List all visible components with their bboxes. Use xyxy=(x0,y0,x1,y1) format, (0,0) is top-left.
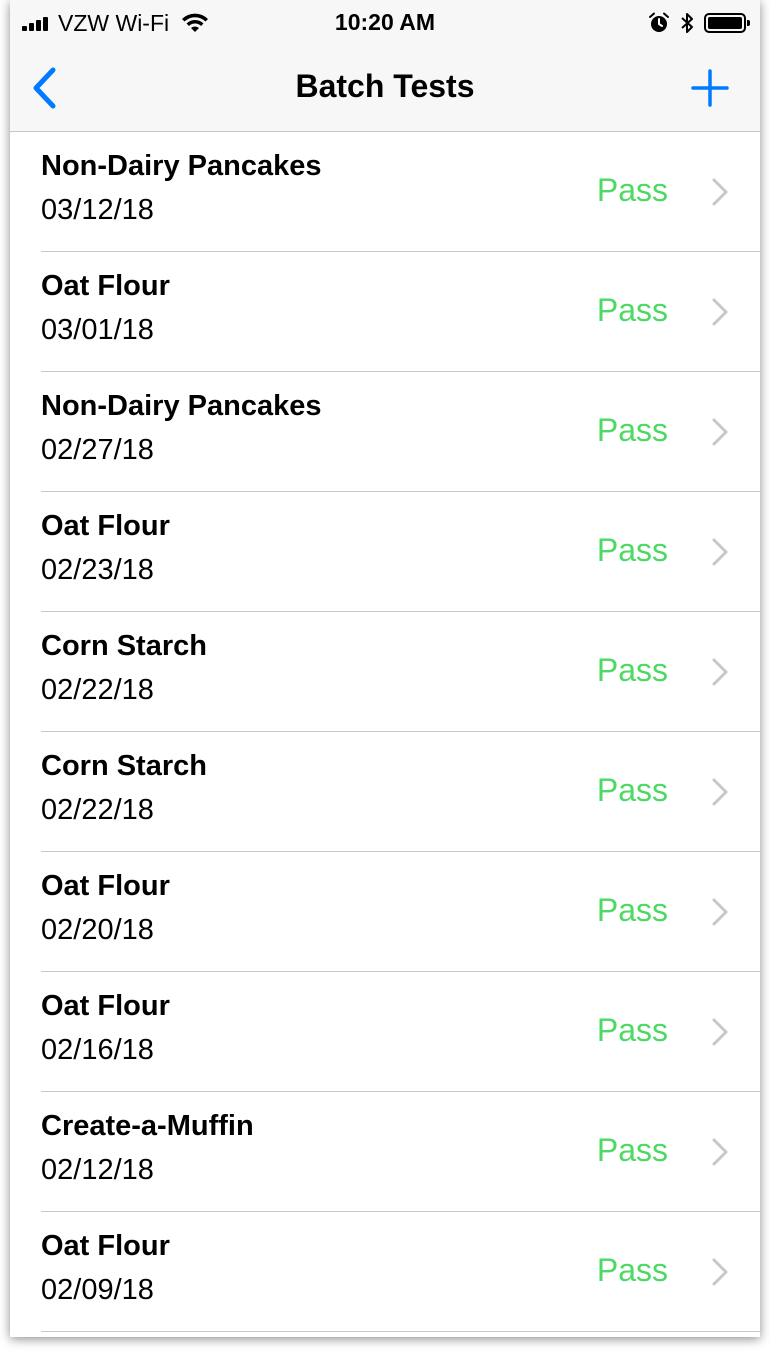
test-name: Oat Flour xyxy=(41,510,170,542)
chevron-right-icon xyxy=(712,1138,728,1166)
test-date: 03/01/18 xyxy=(41,314,154,346)
app-screen: VZW Wi-Fi 10:20 AM Batch Tests Non-Dairy… xyxy=(10,0,760,1337)
test-date: 02/27/18 xyxy=(41,434,154,466)
navigation-bar: Batch Tests xyxy=(10,46,760,132)
list-item[interactable]: Non-Dairy Pancakes 03/12/18 Pass xyxy=(10,132,760,252)
chevron-right-icon xyxy=(712,898,728,926)
test-date: 02/16/18 xyxy=(41,1034,154,1066)
test-status: Pass xyxy=(596,1132,668,1168)
status-right xyxy=(648,10,750,36)
test-status: Pass xyxy=(596,772,668,808)
test-name: Oat Flour xyxy=(41,270,170,302)
chevron-right-icon xyxy=(712,1258,728,1286)
test-date: 02/09/18 xyxy=(41,1274,154,1306)
test-date: 03/12/18 xyxy=(41,194,154,226)
test-name: Corn Starch xyxy=(41,630,207,662)
test-status: Pass xyxy=(596,1252,668,1288)
list-item[interactable]: Oat Flour 02/09/18 Pass xyxy=(10,1212,760,1332)
list-item[interactable]: Create-a-Muffin 02/12/18 Pass xyxy=(10,1092,760,1212)
test-name: Non-Dairy Pancakes xyxy=(41,150,322,182)
test-date: 02/22/18 xyxy=(41,674,154,706)
page-title: Batch Tests xyxy=(295,68,475,104)
batch-tests-list: Non-Dairy Pancakes 03/12/18 Pass Oat Flo… xyxy=(10,132,760,1332)
list-item[interactable]: Oat Flour 02/16/18 Pass xyxy=(10,972,760,1092)
test-name: Oat Flour xyxy=(41,1230,170,1262)
test-name: Corn Starch xyxy=(41,750,207,782)
test-status: Pass xyxy=(596,532,668,568)
test-date: 02/20/18 xyxy=(41,914,154,946)
test-status: Pass xyxy=(596,652,668,688)
chevron-right-icon xyxy=(712,778,728,806)
test-name: Create-a-Muffin xyxy=(41,1110,254,1142)
test-name: Non-Dairy Pancakes xyxy=(41,390,322,422)
plus-icon xyxy=(691,69,729,107)
chevron-right-icon xyxy=(712,538,728,566)
test-status: Pass xyxy=(596,292,668,328)
battery-icon xyxy=(704,13,750,33)
list-item[interactable]: Corn Starch 02/22/18 Pass xyxy=(10,732,760,852)
test-status: Pass xyxy=(596,892,668,928)
test-date: 02/22/18 xyxy=(41,794,154,826)
add-button[interactable] xyxy=(688,64,732,112)
test-status: Pass xyxy=(596,1012,668,1048)
test-name: Oat Flour xyxy=(41,990,170,1022)
list-item[interactable]: Non-Dairy Pancakes 02/27/18 Pass xyxy=(10,372,760,492)
list-item[interactable]: Corn Starch 02/22/18 Pass xyxy=(10,612,760,732)
chevron-right-icon xyxy=(712,298,728,326)
status-bar: VZW Wi-Fi 10:20 AM xyxy=(10,0,760,46)
test-name: Oat Flour xyxy=(41,870,170,902)
list-item[interactable]: Oat Flour 02/23/18 Pass xyxy=(10,492,760,612)
bluetooth-icon xyxy=(681,13,693,33)
chevron-right-icon xyxy=(712,418,728,446)
test-status: Pass xyxy=(596,412,668,448)
list-item[interactable]: Oat Flour 03/01/18 Pass xyxy=(10,252,760,372)
test-date: 02/23/18 xyxy=(41,554,154,586)
chevron-right-icon xyxy=(712,1018,728,1046)
chevron-right-icon xyxy=(712,658,728,686)
chevron-right-icon xyxy=(712,178,728,206)
test-status: Pass xyxy=(596,172,668,208)
list-item[interactable]: Oat Flour 02/20/18 Pass xyxy=(10,852,760,972)
test-date: 02/12/18 xyxy=(41,1154,154,1186)
alarm-icon xyxy=(649,12,669,32)
